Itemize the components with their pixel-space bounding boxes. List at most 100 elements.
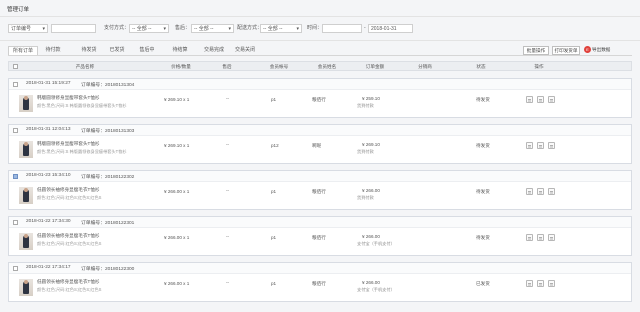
order-date: 2018-01-31 12:04:13 [26, 127, 71, 132]
view-icon[interactable] [526, 96, 533, 103]
product-image[interactable] [19, 95, 33, 112]
edit-icon[interactable] [537, 234, 544, 241]
order-row-header: 2018-01-31 12:04:13 订单编号：20180131303 [9, 125, 631, 136]
order-number: 订单编号：20180122301 [81, 221, 135, 226]
member-name: 粮佰行 [312, 97, 326, 102]
edit-icon[interactable] [537, 96, 544, 103]
pay-method-select[interactable]: -- 全部 -- ▾ [129, 24, 169, 33]
order-actions [526, 280, 560, 288]
product-name[interactable]: 低圆领长袖修身显瘦毛衣T恤衫 [37, 187, 100, 193]
product-spec: 颜色:红色;尺码:红色S;红色S;红色S [37, 195, 102, 200]
header-member: 会员姓名 [317, 64, 337, 69]
product-image[interactable] [19, 141, 33, 158]
view-icon[interactable] [526, 280, 533, 287]
order-checkbox[interactable] [13, 220, 18, 225]
payment-method: 货到付款 [357, 103, 374, 108]
date-separator: - [364, 25, 366, 31]
header-amount: 订单金额 [365, 64, 385, 69]
product-name[interactable]: 韩版圆领修身显瘦带套头T恤衫 [37, 95, 100, 101]
product-figure-head [24, 142, 28, 146]
ship-method-select[interactable]: -- 全部 -- ▾ [260, 24, 302, 33]
member-account: p12 [271, 143, 279, 148]
order-status: 已发货 [476, 281, 490, 286]
header-account: 会员帐号 [269, 64, 289, 69]
view-icon[interactable] [526, 234, 533, 241]
ship-method-label: 配送方式： [237, 25, 263, 31]
product-image[interactable] [19, 233, 33, 250]
price-quantity: ¥ 266.00 x 1 [164, 189, 190, 194]
chevron-down-icon: ▾ [296, 26, 299, 32]
settings-icon[interactable] [548, 142, 555, 149]
filter-bar: 订单编号 ▾ 支付方式： -- 全部 -- ▾ 售后： -- 全部 -- ▾ 配送方式… [8, 24, 628, 34]
settings-icon[interactable] [548, 188, 555, 195]
product-name[interactable]: 低圆领长袖修身显瘦毛衣T恤衫 [37, 279, 100, 285]
settings-icon[interactable] [548, 280, 555, 287]
export-data-button[interactable]: E 导出数据 [584, 46, 614, 55]
price-quantity: ¥ 266.00 x 1 [164, 235, 190, 240]
order-field-value: 订单编号 [11, 26, 32, 32]
after-sale-value: -- [226, 280, 230, 285]
order-date: 2018-01-23 15:34:10 [26, 173, 71, 178]
title-divider [0, 16, 640, 17]
table-header: 产品名称 价格/数量 售后 会员帐号 会员姓名 订单金额 分销商 状态 操作 [8, 61, 632, 71]
settings-icon[interactable] [548, 96, 555, 103]
product-name[interactable]: 韩版圆领修身显瘦带套头T恤衫 [37, 141, 100, 147]
tab-divider [8, 55, 632, 56]
batch-operation-button[interactable]: 批量操作 [523, 46, 549, 55]
order-field-select[interactable]: 订单编号 ▾ [8, 24, 48, 33]
edit-icon[interactable] [537, 142, 544, 149]
order-amount: ¥ 259.10 [362, 96, 380, 101]
order-number: 订单编号：20180131304 [81, 83, 135, 88]
time-label: 时间： [307, 25, 323, 31]
filter-divider [0, 40, 640, 41]
order-checkbox[interactable] [13, 128, 18, 133]
header-after-sale: 售后 [222, 64, 232, 69]
page-title: 管理订单 [7, 7, 30, 13]
select-all-checkbox[interactable] [13, 64, 18, 69]
order-row: 2018-01-31 15:19:27 订单编号：20180131304 韩版圆领修… [8, 78, 632, 118]
order-search-input[interactable] [51, 24, 96, 33]
product-figure-head [24, 188, 28, 192]
edit-icon[interactable] [537, 188, 544, 195]
order-number: 订单编号：20180122302 [81, 175, 135, 180]
member-name: 啊呢 [312, 143, 322, 148]
order-checkbox[interactable] [13, 174, 18, 179]
print-invoice-button[interactable]: 打印发货单 [552, 46, 580, 55]
payment-method: 货到付款 [357, 195, 374, 200]
payment-method: 支付宝（手机支付） [357, 241, 395, 246]
member-account: p1 [271, 281, 277, 286]
product-name[interactable]: 低圆领长袖修身显瘦毛衣T恤衫 [37, 233, 100, 239]
member-account: p1 [271, 97, 277, 102]
product-image[interactable] [19, 187, 33, 204]
view-icon[interactable] [526, 142, 533, 149]
member-account: p1 [271, 189, 277, 194]
pay-method-value: -- 全部 -- [132, 26, 152, 32]
settings-icon[interactable] [548, 234, 555, 241]
member-name: 粮佰行 [312, 189, 326, 194]
payment-method: 支付宝（手机支付） [357, 287, 395, 292]
order-amount: ¥ 269.10 [362, 142, 380, 147]
ship-method-value: -- 全部 -- [263, 26, 283, 32]
after-sale-value: -- 全部 -- [194, 26, 214, 32]
date-to-input[interactable]: 2018-01-31 [368, 24, 413, 33]
payment-method: 货到付款 [357, 149, 374, 154]
export-icon: E [584, 46, 591, 54]
view-icon[interactable] [526, 188, 533, 195]
order-amount: ¥ 266.00 [362, 280, 380, 285]
chevron-down-icon: ▾ [228, 26, 231, 32]
product-image[interactable] [19, 279, 33, 296]
header-actions: 操作 [534, 64, 544, 69]
date-from-input[interactable] [322, 24, 362, 33]
export-data-label: 导出数据 [592, 47, 611, 52]
chevron-down-icon: ▾ [42, 26, 45, 32]
order-row-header: 2018-01-22 17:34:30 订单编号：20180122301 [9, 217, 631, 228]
product-spec: 颜色:黑色;尺码:S 韩版圆领修身显瘦带套头T恤衫 [37, 149, 127, 154]
order-actions [526, 96, 560, 104]
edit-icon[interactable] [537, 280, 544, 287]
order-checkbox[interactable] [13, 82, 18, 87]
order-checkbox[interactable] [13, 266, 18, 271]
after-sale-select[interactable]: -- 全部 -- ▾ [191, 24, 234, 33]
header-product: 产品名称 [75, 64, 95, 69]
pay-method-label: 支付方式： [104, 25, 130, 31]
order-row-header: 2018-01-23 15:34:10 订单编号：20180122302 [9, 171, 631, 182]
